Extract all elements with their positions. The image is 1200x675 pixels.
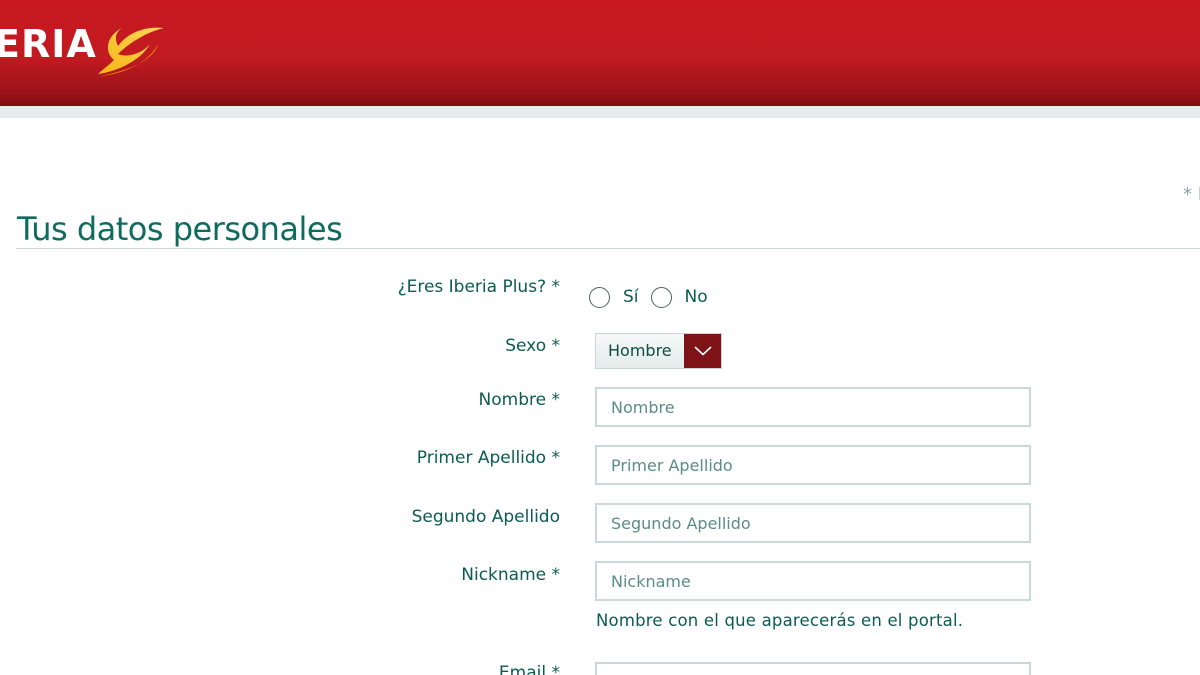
site-header: ERIA xyxy=(0,0,1200,106)
segundo-apellido-label: Segundo Apellido xyxy=(411,507,560,527)
segundo-apellido-input[interactable] xyxy=(595,503,1031,543)
iberia-plus-yes-label[interactable]: Sí xyxy=(623,286,639,308)
header-divider xyxy=(0,106,1200,118)
chevron-down-icon[interactable] xyxy=(684,334,721,368)
iberia-plus-no-label[interactable]: No xyxy=(685,286,708,308)
title-divider xyxy=(16,248,1200,249)
primer-apellido-input[interactable] xyxy=(595,445,1031,485)
sexo-label: Sexo * xyxy=(505,336,560,356)
iberia-plus-label: ¿Eres Iberia Plus? * xyxy=(397,277,560,297)
iberia-plus-no-radio[interactable] xyxy=(650,286,672,308)
iberia-plus-radio-group: Sí No xyxy=(589,285,720,309)
nickname-hint: Nombre con el que aparecerás en el porta… xyxy=(596,611,964,630)
nickname-input[interactable] xyxy=(595,561,1031,601)
nombre-label: Nombre * xyxy=(478,390,560,410)
email-label: Email * xyxy=(498,663,560,675)
sexo-select[interactable]: Hombre xyxy=(595,333,722,369)
required-fields-note: * I xyxy=(1183,184,1200,205)
iberia-wing-icon[interactable] xyxy=(96,24,166,78)
primer-apellido-label: Primer Apellido * xyxy=(416,448,560,468)
nickname-label: Nickname * xyxy=(461,565,560,585)
page-title: Tus datos personales xyxy=(17,210,343,249)
sexo-selected-value: Hombre xyxy=(608,341,672,360)
email-input[interactable] xyxy=(595,662,1031,675)
registration-page: ERIA Tus datos personales * I ¿Eres Iber… xyxy=(0,0,1200,675)
nombre-input[interactable] xyxy=(595,387,1031,427)
iberia-plus-yes-radio[interactable] xyxy=(589,286,610,308)
iberia-logo-text[interactable]: ERIA xyxy=(0,20,97,68)
